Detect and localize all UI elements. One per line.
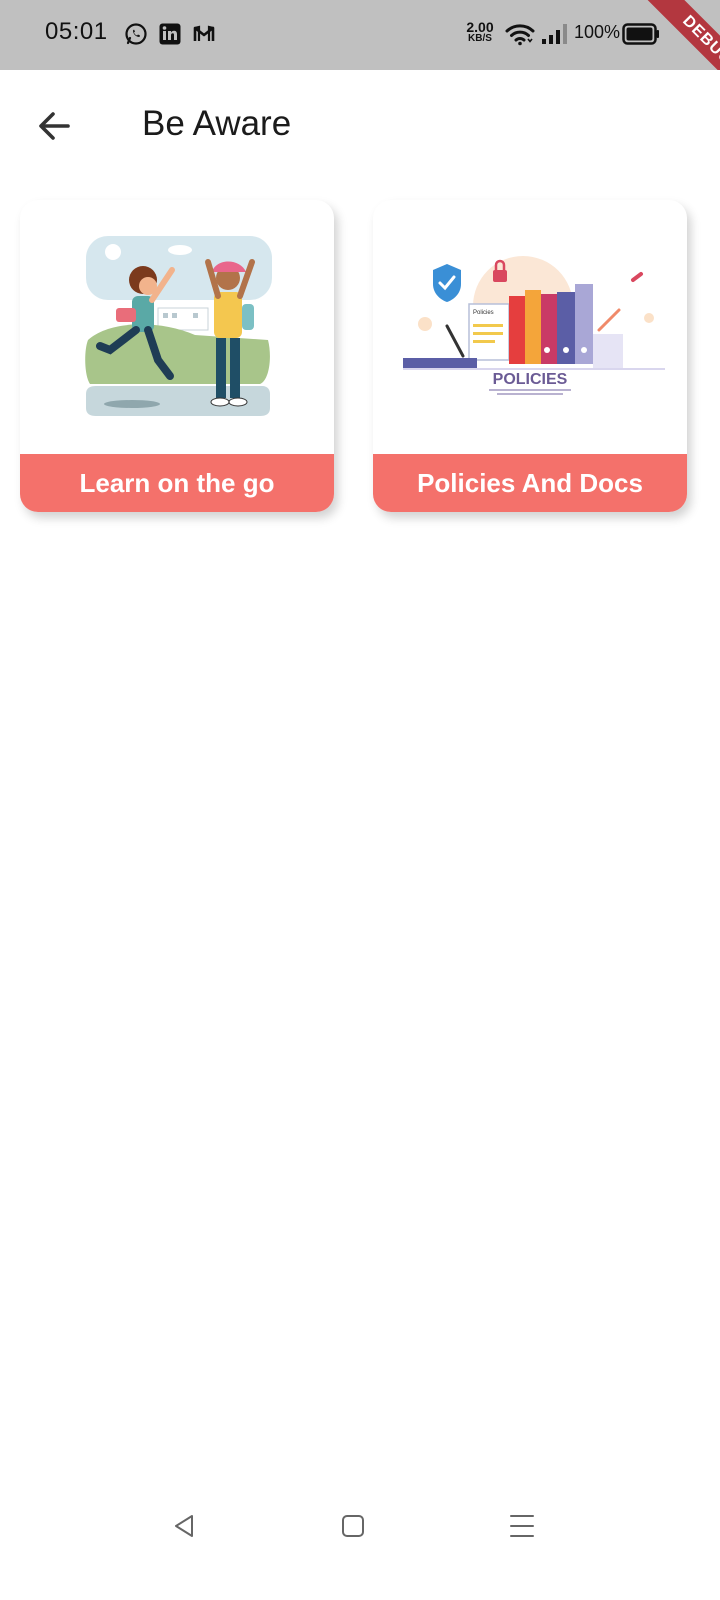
- nav-home-button[interactable]: [333, 1506, 373, 1546]
- signal-icon: [542, 24, 567, 44]
- menu-lines-icon: [510, 1515, 534, 1537]
- status-time: 05:01: [45, 18, 108, 45]
- app-bar: Be Aware: [0, 70, 720, 180]
- page-title: Be Aware: [142, 104, 292, 143]
- learn-on-the-go-label: Learn on the go: [20, 454, 334, 512]
- wifi-icon: [505, 24, 535, 46]
- nav-recents-button[interactable]: [502, 1506, 542, 1546]
- kids-high-five-illustration: [85, 236, 272, 416]
- system-nav-bar: [0, 1490, 720, 1560]
- network-speed-unit: KB/S: [468, 33, 492, 44]
- policies-doc-label: Policies: [473, 310, 494, 316]
- battery-icon: [622, 23, 659, 45]
- nav-back-button[interactable]: [164, 1506, 204, 1546]
- learn-on-the-go-card[interactable]: Learn on the go: [20, 200, 334, 512]
- back-button[interactable]: [30, 102, 78, 150]
- whatsapp-icon: [125, 23, 147, 45]
- network-speed-value: 2.00: [466, 19, 494, 35]
- back-triangle-icon: [175, 1515, 193, 1537]
- network-speed: 2.00 KB/S: [463, 19, 497, 45]
- status-bar: 05:01 2.00 KB/S 100%: [0, 0, 720, 70]
- policies-illustration: Policies POLICIES: [403, 256, 665, 395]
- policies-image-text: POLICIES: [493, 371, 568, 388]
- linkedin-icon: [159, 23, 181, 45]
- home-square-icon: [342, 1515, 364, 1537]
- policies-and-docs-label: Policies And Docs: [373, 454, 687, 512]
- arrow-left-icon: [39, 112, 70, 140]
- gmail-icon: [193, 25, 215, 41]
- policies-and-docs-card[interactable]: Policies POLICIES Policies And Docs: [373, 200, 687, 512]
- battery-percent: 100%: [574, 22, 621, 42]
